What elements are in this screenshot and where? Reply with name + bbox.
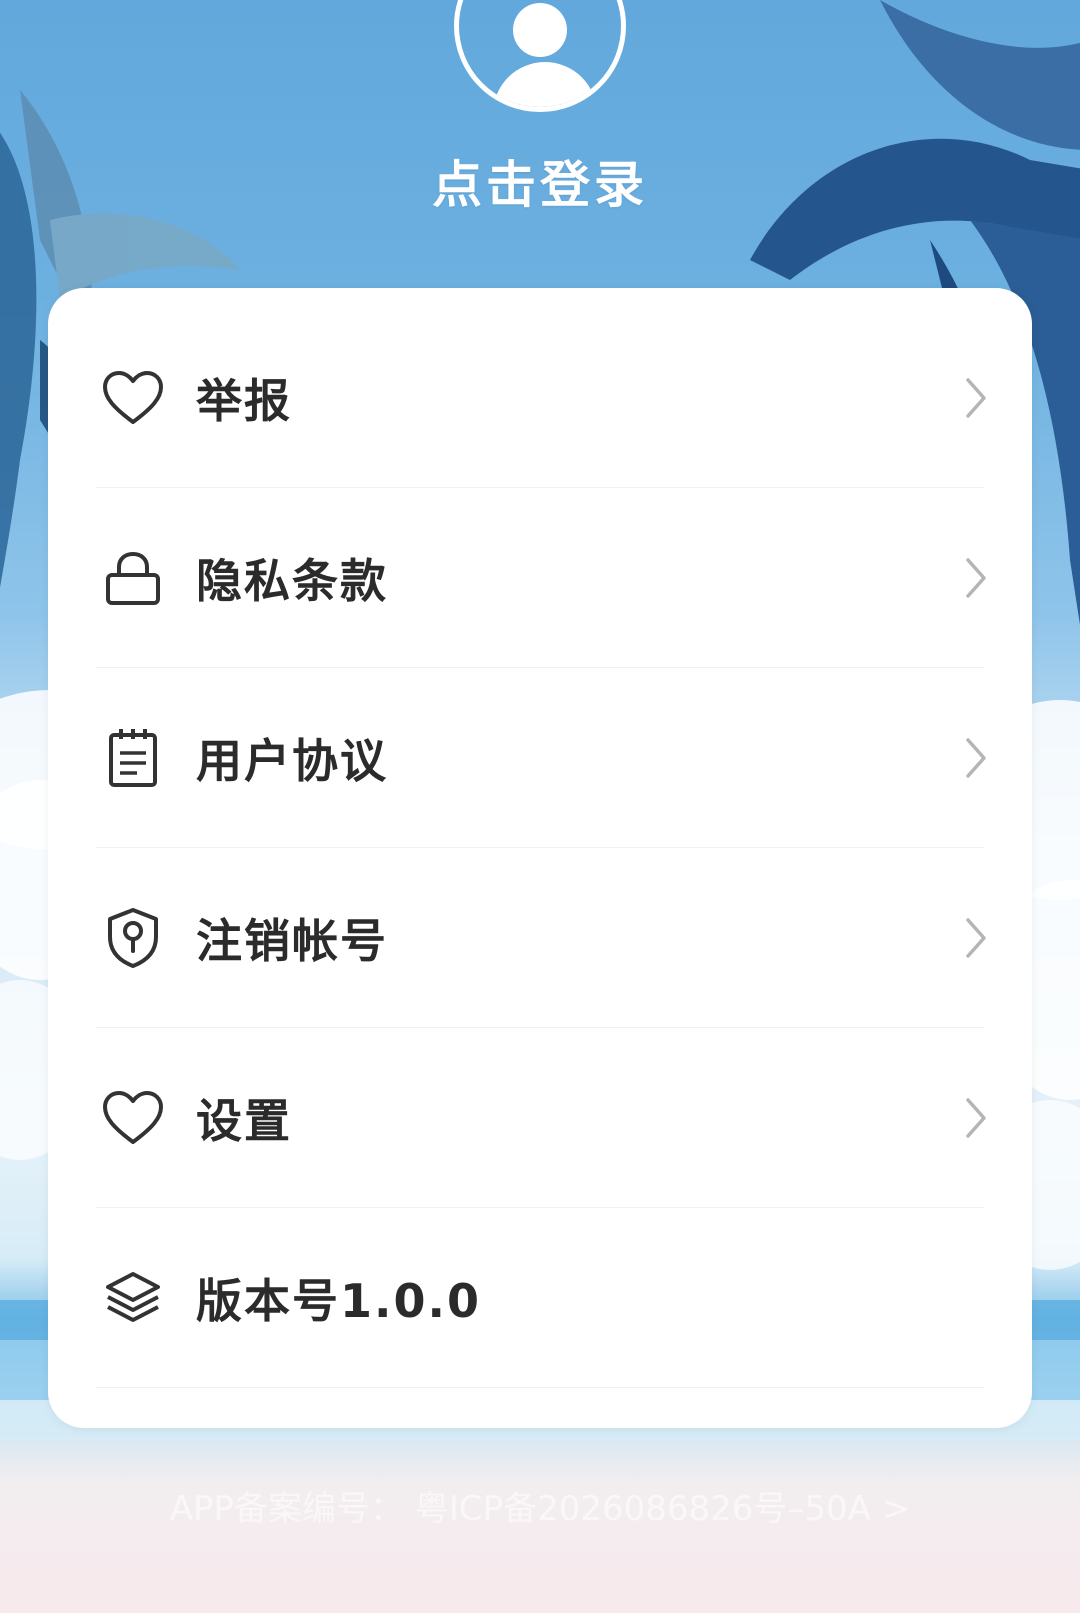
shield-key-icon xyxy=(100,905,166,971)
avatar-head-icon xyxy=(513,3,567,57)
menu-item-user-agreement[interactable]: 用户协议 xyxy=(96,668,986,848)
layers-icon xyxy=(100,1265,166,1331)
login-button[interactable]: 点击登录 xyxy=(0,145,1080,217)
notepad-icon xyxy=(100,725,166,791)
menu-item-report[interactable]: 举报 xyxy=(96,308,986,488)
menu-item-delete-account[interactable]: 注销帐号 xyxy=(96,848,986,1028)
menu-item-label: 举报 xyxy=(196,373,292,428)
menu-item-label: 隐私条款 xyxy=(196,553,388,608)
heart-icon xyxy=(100,1085,166,1151)
avatar-body-icon xyxy=(493,62,597,107)
menu-item-privacy[interactable]: 隐私条款 xyxy=(96,488,986,668)
version-label: 版本号1.0.0 xyxy=(196,1273,481,1328)
menu-item-label: 用户协议 xyxy=(196,733,388,788)
chevron-right-icon xyxy=(966,378,986,418)
lock-icon xyxy=(100,545,166,611)
icp-record-link[interactable]: APP备案编号： 粤ICP备2026086826号–50A > xyxy=(0,1481,1080,1530)
chevron-right-icon xyxy=(966,738,986,778)
menu-item-version: 版本号1.0.0 xyxy=(96,1208,984,1388)
menu-card: 举报 隐私条款 用户协议 注销帐号 设置 版本号1.0.0 xyxy=(48,288,1032,1428)
menu-item-label: 设置 xyxy=(196,1093,292,1148)
heart-icon xyxy=(100,365,166,431)
menu-item-settings[interactable]: 设置 xyxy=(96,1028,986,1208)
chevron-right-icon xyxy=(966,918,986,958)
chevron-right-icon xyxy=(966,558,986,598)
chevron-right-icon xyxy=(966,1098,986,1138)
menu-item-label: 注销帐号 xyxy=(196,913,388,968)
